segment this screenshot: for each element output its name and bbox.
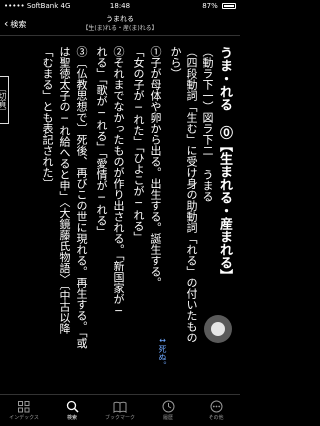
entry-column: 「むまる」とも表記された〕 (41, 46, 54, 189)
battery-percent: 87% (202, 2, 218, 10)
book-icon (112, 400, 128, 414)
status-bar: ••••• SoftBank 4G 18:48 87% (0, 0, 240, 12)
tab-label: ブックマーク (104, 414, 135, 421)
history-icon (160, 400, 176, 414)
tab-bookmark[interactable]: ブックマーク (96, 395, 144, 426)
assistive-touch-button[interactable] (204, 315, 232, 343)
entry-column: は聖徳太子の─れ給へると申」〈大鏡藤氏物語〉〔中古以降 (58, 46, 71, 334)
tab-history[interactable]: 履歴 (144, 395, 192, 426)
entry-column: ①子が母体や卵から出る。出生する。誕生する。 (149, 46, 162, 288)
entry-column: （動ラ下一）図ラ下二 うまる (201, 46, 214, 202)
grid-icon (16, 400, 32, 414)
tab-label: インデックス (9, 414, 39, 421)
entry-column: れる」「歌が─れる」「愛情が─れる」 (95, 46, 108, 237)
entry-column-headword: うま・れる ⓪【生まれる・産まれる】 (217, 46, 232, 282)
entry-column: から） (169, 46, 182, 79)
side-tab[interactable]: 〔切頁〕 (0, 76, 9, 124)
entry-column: ③〔仏教思想で〕死後、再びこの世に現れる。再生する。「或 (75, 46, 88, 349)
nav-bar: ‹ 検索 うまれる 【生(ま)れる・産(ま)れる】 (0, 12, 240, 36)
more-icon (208, 400, 224, 414)
tab-index[interactable]: インデックス (0, 395, 48, 426)
entry-column: 「女の子が─れた」「ひよこが─れる」 (132, 46, 145, 243)
nav-title: うまれる (106, 15, 134, 23)
antonym-note: ↔死ぬ。 (158, 336, 167, 369)
status-right: 87% (202, 0, 236, 12)
tab-label: 検索 (66, 414, 77, 421)
dictionary-entry: うま・れる ⓪【生まれる・産まれる】 （動ラ下一）図ラ下二 うまる （四段動詞「… (0, 36, 240, 394)
tab-label: その他 (208, 414, 224, 421)
tab-more[interactable]: その他 (192, 395, 240, 426)
nav-subtitle: 【生(ま)れる・産(ま)れる】 (82, 25, 158, 32)
battery-icon (222, 3, 236, 9)
tab-search[interactable]: 検索 (48, 395, 96, 426)
entry-column: （四段動詞「生む」に受け身の助動詞「れる」の付いたもの (185, 46, 198, 343)
nav-title-block: うまれる 【生(ま)れる・産(ま)れる】 (0, 15, 240, 33)
entry-column: ②それまでなかったものが作り出される。「新国家が─ (112, 46, 125, 318)
search-icon (64, 400, 80, 414)
tab-label: 履歴 (162, 414, 173, 421)
assistive-touch-inner (211, 322, 225, 336)
tab-bar: インデックス 検索 ブックマーク 履歴 その他 (0, 394, 240, 426)
